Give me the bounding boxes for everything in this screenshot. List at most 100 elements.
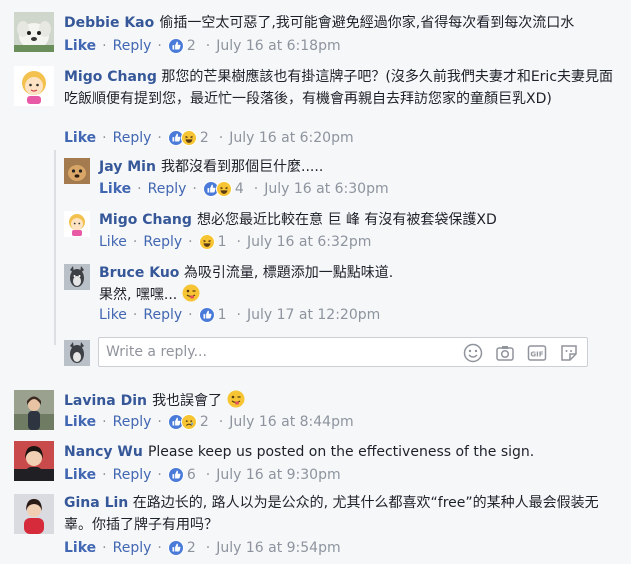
separator-dot: ·	[205, 540, 211, 556]
like-button[interactable]: Like	[64, 38, 96, 54]
separator-dot: ·	[102, 540, 107, 556]
like-button[interactable]: Like	[64, 414, 96, 430]
timestamp[interactable]: July 16 at 6:30pm	[264, 181, 388, 197]
reaction-count: 1	[217, 307, 227, 323]
reply-button[interactable]: Reply	[113, 467, 152, 483]
camera-icon[interactable]	[495, 343, 515, 363]
separator-dot: ·	[157, 540, 162, 556]
reaction-summary[interactable]: 1	[198, 234, 227, 250]
reaction-summary[interactable]: 1	[198, 307, 227, 323]
winking-tongue-emoji-icon	[182, 284, 200, 302]
timestamp[interactable]: July 16 at 9:54pm	[216, 540, 340, 556]
separator-dot: ·	[137, 181, 142, 197]
haha-icon	[180, 130, 197, 146]
commenter-name[interactable]: Migo Chang	[64, 69, 157, 85]
cartoon-girl-avatar-icon[interactable]	[64, 211, 90, 237]
like-button[interactable]: Like	[99, 181, 131, 197]
reply-button[interactable]: Reply	[113, 414, 152, 430]
commenter-name[interactable]: Lavina Din	[64, 393, 147, 409]
emoji-icon[interactable]	[463, 343, 483, 363]
svg-text:GIF: GIF	[530, 351, 543, 359]
separator-dot: ·	[157, 38, 162, 54]
reaction-count: 2	[186, 540, 196, 556]
haha-icon	[215, 181, 232, 197]
reply-jay-min: Jay Min 我都沒看到那個巨什麼..... Like · Reply · 4…	[0, 152, 631, 204]
like-button[interactable]: Like	[99, 234, 127, 250]
reply-input[interactable]: Write a reply... GIF	[98, 337, 588, 367]
commenter-name[interactable]: Gina Lin	[64, 495, 128, 511]
separator-dot: ·	[132, 307, 138, 323]
reply-button[interactable]: Reply	[113, 38, 152, 54]
comment-text: Please keep us posted on the effectivene…	[147, 444, 535, 460]
cartoon-girl-avatar-icon[interactable]	[14, 66, 54, 106]
separator-dot: ·	[253, 181, 259, 197]
separator-dot: ·	[157, 467, 162, 483]
separator-dot: ·	[218, 414, 224, 430]
timestamp[interactable]: July 16 at 9:30pm	[216, 467, 340, 483]
reaction-summary[interactable]: 2	[167, 540, 196, 556]
reaction-summary[interactable]: 4	[202, 181, 244, 197]
comment-debbie-kao: Debbie Kao 偷插一空太可惡了,我可能會避免經過你家,省得每次看到每次流…	[0, 0, 631, 62]
person-avatar-icon[interactable]	[14, 390, 54, 430]
reaction-summary[interactable]: 2	[167, 130, 209, 146]
reply-button[interactable]: Reply	[143, 307, 182, 323]
comment-nancy-wu: Nancy Wu Please keep us posted on the ef…	[0, 437, 631, 489]
reaction-count: 6	[186, 467, 196, 483]
separator-dot: ·	[102, 130, 107, 146]
reaction-count: 2	[186, 38, 196, 54]
comment-text: 想必您最近比較在意 巨 峰 有沒有被套袋保護XD	[197, 212, 497, 228]
like-button[interactable]: Like	[64, 130, 96, 146]
commenter-name[interactable]: Nancy Wu	[64, 444, 143, 460]
reply-button[interactable]: Reply	[113, 540, 152, 556]
reply-button[interactable]: Reply	[148, 181, 187, 197]
separator-dot: ·	[205, 38, 211, 54]
separator-dot: ·	[188, 234, 193, 250]
reaction-summary[interactable]: 2	[167, 38, 196, 54]
reply-button[interactable]: Reply	[143, 234, 182, 250]
timestamp[interactable]: July 17 at 12:20pm	[247, 307, 380, 323]
comment-text: 我也誤會了	[152, 393, 223, 409]
timestamp[interactable]: July 16 at 6:32pm	[247, 234, 371, 250]
reply-migo-chang: Migo Chang 想必您最近比較在意 巨 峰 有沒有被套袋保護XD Like…	[0, 205, 631, 257]
dog-avatar-icon[interactable]	[64, 264, 90, 290]
commenter-name[interactable]: Bruce Kuo	[99, 265, 179, 281]
commenter-name[interactable]: Debbie Kao	[64, 15, 154, 31]
separator-dot: ·	[102, 467, 107, 483]
like-icon	[167, 540, 184, 556]
gif-icon[interactable]: GIF	[527, 343, 547, 363]
like-button[interactable]: Like	[64, 540, 96, 556]
reaction-count: 1	[217, 234, 227, 250]
commenter-name[interactable]: Migo Chang	[99, 212, 192, 228]
person-avatar-icon[interactable]	[14, 494, 54, 534]
like-icon	[167, 467, 184, 483]
reply-placeholder: Write a reply...	[106, 344, 207, 360]
commenter-name[interactable]: Jay Min	[99, 159, 156, 175]
sad-icon	[180, 414, 197, 430]
sticker-icon[interactable]	[559, 343, 579, 363]
separator-dot: ·	[188, 307, 193, 323]
haha-icon	[198, 234, 215, 250]
comment-text: 在路边长的, 路人以为是公众的, 尤其什么都喜欢“free”的某种人最会假装无辜…	[64, 495, 599, 533]
dog-avatar-icon[interactable]	[64, 158, 90, 184]
reply-button[interactable]: Reply	[113, 130, 152, 146]
separator-dot: ·	[102, 414, 107, 430]
timestamp[interactable]: July 16 at 8:44pm	[229, 414, 353, 430]
comment-text-line2: 果然, 嘿嘿...	[99, 287, 178, 303]
comment-gina-lin: Gina Lin 在路边长的, 路人以为是公众的, 尤其什么都喜欢“free”的…	[0, 490, 631, 564]
timestamp[interactable]: July 16 at 6:18pm	[216, 38, 340, 54]
reaction-summary[interactable]: 6	[167, 467, 196, 483]
separator-dot: ·	[236, 234, 241, 250]
separator-dot: ·	[218, 130, 224, 146]
reaction-count: 2	[199, 414, 209, 430]
reaction-summary[interactable]: 2	[167, 414, 209, 430]
comment-migo-chang: Migo Chang 那您的芒果樹應該也有掛這牌子吧？(沒多久前我們夫妻才和Er…	[0, 62, 631, 152]
dog-avatar-icon[interactable]	[14, 12, 54, 52]
separator-dot: ·	[205, 467, 211, 483]
person-avatar-icon[interactable]	[14, 441, 54, 481]
like-button[interactable]: Like	[99, 307, 127, 323]
like-icon	[198, 307, 215, 323]
timestamp[interactable]: July 16 at 6:20pm	[229, 130, 353, 146]
separator-dot: ·	[192, 181, 197, 197]
like-button[interactable]: Like	[64, 467, 96, 483]
winking-tongue-emoji-icon	[227, 390, 245, 408]
